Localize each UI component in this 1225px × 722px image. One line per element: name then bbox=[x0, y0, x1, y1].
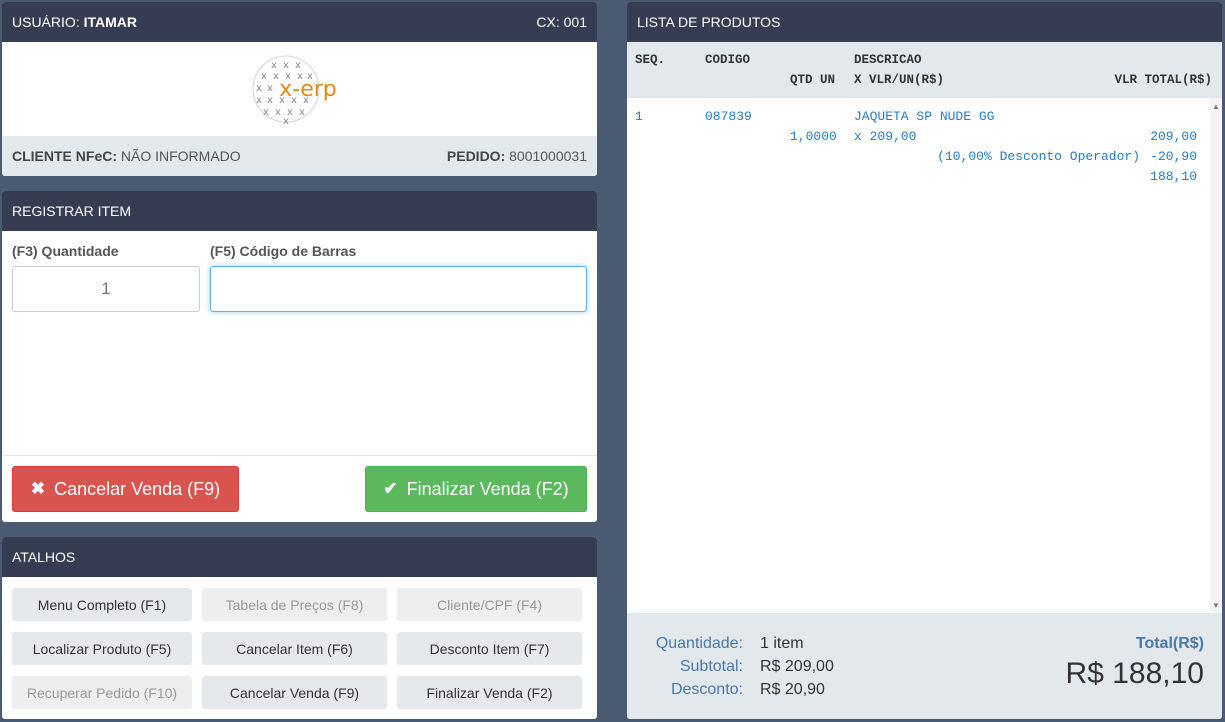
svg-text:x: x bbox=[263, 107, 269, 118]
logo-area: xxx xxxxx xx xxxxx xxxx x x-erp bbox=[2, 42, 597, 136]
shortcut-grid: Menu Completo (F1) Tabela de Preços (F8)… bbox=[12, 588, 582, 709]
register-item-title: REGISTRAR ITEM bbox=[2, 191, 597, 231]
close-icon: ✖ bbox=[30, 479, 46, 498]
logo-text: x-erp bbox=[279, 77, 337, 102]
cliente-cpf-button[interactable]: Cliente/CPF (F4) bbox=[397, 588, 582, 621]
header-unit-price: X VLR/UN(R$) bbox=[854, 73, 945, 87]
header-qty-un: QTD UN bbox=[790, 73, 836, 87]
shortcuts-title: ATALHOS bbox=[2, 537, 597, 577]
product-list-panel: LISTA DE PRODUTOS SEQ. CODIGO DESCRICAO … bbox=[627, 2, 1222, 719]
svg-text:x: x bbox=[283, 60, 289, 71]
desconto-item-button[interactable]: Desconto Item (F7) bbox=[397, 632, 582, 665]
header-description: DESCRICAO bbox=[854, 53, 922, 67]
subtotal-value: R$ 209,00 bbox=[760, 658, 834, 675]
scroll-up-icon[interactable]: ▲ bbox=[1212, 102, 1220, 111]
list-scrollbar[interactable]: ▲ ▼ bbox=[1210, 98, 1222, 612]
quantity-summary-value: 1 item bbox=[760, 635, 804, 652]
finalize-sale-label: Finalizar Venda (F2) bbox=[406, 478, 569, 499]
item-net: 188,10 bbox=[1150, 169, 1197, 184]
client-value: NÃO INFORMADO bbox=[120, 148, 241, 164]
register-item-panel: REGISTRAR ITEM (F3) Quantidade (F5) Códi… bbox=[2, 191, 597, 522]
tabela-precos-button[interactable]: Tabela de Preços (F8) bbox=[202, 588, 387, 621]
client-bar: CLIENTE NFeC: NÃO INFORMADO PEDIDO: 8001… bbox=[2, 136, 597, 176]
user-panel: USUÁRIO: ITAMAR CX: 001 xxx xxxxx xx xxx… bbox=[2, 2, 597, 176]
cancel-sale-button[interactable]: ✖ Cancelar Venda (F9) bbox=[12, 466, 239, 512]
total-value: R$ 188,10 bbox=[1065, 657, 1204, 690]
svg-text:x: x bbox=[283, 116, 289, 125]
quantity-label: (F3) Quantidade bbox=[12, 243, 119, 259]
order-label: PEDIDO: bbox=[446, 148, 506, 164]
svg-text:x: x bbox=[267, 95, 273, 106]
quantity-summary-label: Quantidade: bbox=[655, 635, 743, 652]
item-code: 087839 bbox=[705, 109, 752, 124]
header-seq: SEQ. bbox=[635, 53, 666, 67]
item-description: JAQUETA SP NUDE GG bbox=[854, 109, 995, 124]
sale-summary: Quantidade: 1 item Subtotal: R$ 209,00 D… bbox=[627, 613, 1222, 719]
svg-text:x: x bbox=[256, 95, 262, 106]
check-icon: ✔ bbox=[383, 479, 398, 498]
client-info: CLIENTE NFeC: NÃO INFORMADO bbox=[12, 148, 241, 164]
finalize-sale-button[interactable]: ✔ Finalizar Venda (F2) bbox=[365, 466, 587, 512]
svg-text:x: x bbox=[299, 107, 305, 118]
item-unit-price: x 209,00 bbox=[854, 129, 917, 144]
item-seq: 1 bbox=[635, 109, 643, 124]
user-label: USUÁRIO: bbox=[12, 14, 80, 30]
recuperar-pedido-button[interactable]: Recuperar Pedido (F10) bbox=[12, 676, 192, 709]
svg-text:x: x bbox=[267, 83, 273, 94]
svg-text:x: x bbox=[275, 107, 281, 118]
discount-label: Desconto: bbox=[670, 681, 743, 698]
scroll-down-icon[interactable]: ▼ bbox=[1212, 601, 1220, 610]
menu-completo-button[interactable]: Menu Completo (F1) bbox=[12, 588, 192, 621]
user-header: USUÁRIO: ITAMAR CX: 001 bbox=[2, 2, 597, 42]
barcode-input[interactable] bbox=[210, 266, 587, 312]
header-total: VLR TOTAL(R$) bbox=[1114, 73, 1212, 87]
header-code: CODIGO bbox=[705, 53, 751, 67]
product-list-title: LISTA DE PRODUTOS bbox=[627, 2, 1222, 42]
divider bbox=[2, 455, 597, 456]
cancel-sale-label: Cancelar Venda (F9) bbox=[54, 478, 221, 499]
list-column-headers: SEQ. CODIGO DESCRICAO QTD UN X VLR/UN(R$… bbox=[627, 42, 1222, 98]
item-discount-note: (10,00% Desconto Operador) bbox=[937, 149, 1140, 164]
client-label: CLIENTE NFeC: bbox=[12, 148, 117, 164]
item-gross: 209,00 bbox=[1150, 129, 1197, 144]
item-qty: 1,0000 bbox=[790, 129, 837, 144]
user-name: ITAMAR bbox=[83, 14, 137, 30]
x-erp-logo: xxx xxxxx xx xxxxx xxxx x x-erp bbox=[252, 55, 337, 125]
quantity-input[interactable] bbox=[12, 266, 200, 312]
svg-text:x: x bbox=[271, 60, 277, 71]
total-label: Total(R$) bbox=[1135, 635, 1204, 652]
order-info: PEDIDO: 8001000031 bbox=[447, 148, 587, 164]
finalizar-venda-shortcut-button[interactable]: Finalizar Venda (F2) bbox=[397, 676, 582, 709]
shortcuts-panel: ATALHOS Menu Completo (F1) Tabela de Pre… bbox=[2, 537, 597, 719]
barcode-label: (F5) Código de Barras bbox=[210, 243, 357, 259]
register-number: CX: 001 bbox=[536, 14, 587, 30]
discount-value: R$ 20,90 bbox=[760, 681, 825, 698]
svg-text:x: x bbox=[295, 60, 301, 71]
svg-text:x: x bbox=[256, 83, 262, 94]
subtotal-label: Subtotal: bbox=[679, 658, 743, 675]
cancelar-item-button[interactable]: Cancelar Item (F6) bbox=[202, 632, 387, 665]
svg-text:x: x bbox=[261, 71, 267, 82]
user-info: USUÁRIO: ITAMAR bbox=[12, 14, 137, 30]
localizar-produto-button[interactable]: Localizar Produto (F5) bbox=[12, 632, 192, 665]
item-discount-value: -20,90 bbox=[1150, 149, 1197, 164]
cancelar-venda-shortcut-button[interactable]: Cancelar Venda (F9) bbox=[202, 676, 387, 709]
svg-text:x: x bbox=[273, 71, 279, 82]
order-value: 8001000031 bbox=[509, 148, 587, 164]
